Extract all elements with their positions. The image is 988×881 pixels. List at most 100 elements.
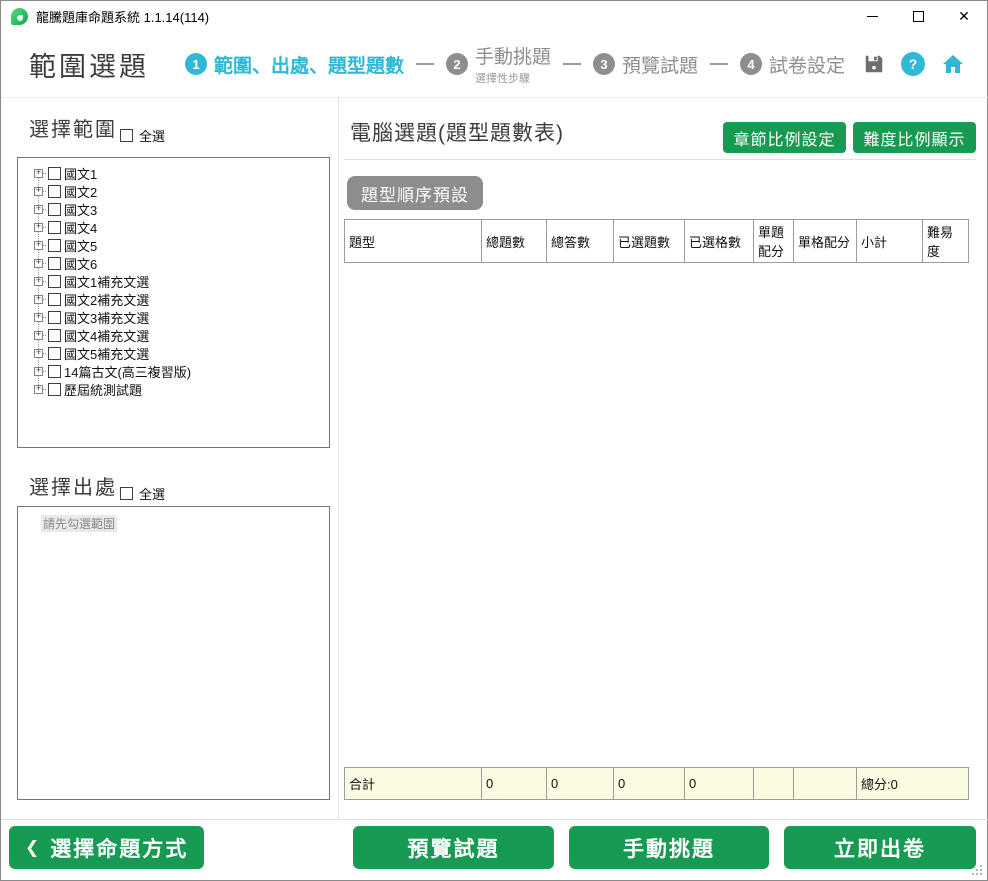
preview-questions-button[interactable]: 預覽試題	[353, 826, 554, 869]
expand-icon[interactable]: +	[34, 349, 43, 358]
expand-icon[interactable]: +	[34, 169, 43, 178]
selected-cells-value: 0	[685, 768, 754, 800]
maximize-icon	[913, 11, 924, 22]
tree-item-checkbox[interactable]	[48, 185, 61, 198]
close-icon: ✕	[958, 9, 970, 23]
tree-item-label[interactable]: 國文5補充文選	[64, 344, 149, 363]
range-select-all-label[interactable]: 全選	[139, 126, 165, 145]
expand-icon[interactable]: +	[34, 295, 43, 304]
tree-item-label[interactable]: 國文1補充文選	[64, 272, 149, 291]
tree-item-checkbox[interactable]	[48, 293, 61, 306]
tree-item-label[interactable]: 國文6	[64, 254, 97, 273]
question-type-table-header: 題型 總題數 總答數 已選題數 已選格數 單題配分 單格配分 小計 難易度	[344, 219, 969, 263]
table-total-row: 合計 0 0 0 0 總分:0	[345, 768, 969, 800]
tree-connector	[43, 245, 46, 246]
header-divider	[1, 97, 988, 98]
tree-connector	[43, 191, 46, 192]
range-select-all[interactable]: 全選	[120, 126, 165, 145]
tree-item[interactable]: + 歷屆統測試題	[26, 380, 329, 398]
expand-icon[interactable]: +	[34, 277, 43, 286]
expand-icon[interactable]: +	[34, 223, 43, 232]
close-button[interactable]: ✕	[941, 1, 987, 31]
expand-icon[interactable]: +	[34, 259, 43, 268]
tree-item-label[interactable]: 國文3補充文選	[64, 308, 149, 327]
expand-icon[interactable]: +	[34, 367, 43, 376]
help-icon[interactable]: ?	[901, 52, 925, 76]
step-2-label: 手動挑題	[475, 47, 551, 68]
step-1[interactable]: 1 範圍、出處、題型題數	[185, 51, 404, 78]
tree-item-checkbox[interactable]	[48, 365, 61, 378]
tree-item[interactable]: + 國文1	[26, 164, 329, 182]
step-4[interactable]: 4 試卷設定	[740, 51, 845, 78]
tree-item-checkbox[interactable]	[48, 257, 61, 270]
tree-item-checkbox[interactable]	[48, 329, 61, 342]
tree-item-checkbox[interactable]	[48, 347, 61, 360]
tree-item[interactable]: + 國文3	[26, 200, 329, 218]
expand-icon[interactable]: +	[34, 331, 43, 340]
tree-item-label[interactable]: 國文5	[64, 236, 97, 255]
tree-item[interactable]: + 國文5	[26, 236, 329, 254]
expand-icon[interactable]: +	[34, 241, 43, 250]
source-select-all-checkbox[interactable]	[120, 487, 133, 500]
tree-item[interactable]: + 國文2	[26, 182, 329, 200]
expand-icon[interactable]: +	[34, 187, 43, 196]
tree-item-label[interactable]: 國文2	[64, 182, 97, 201]
bottom-bar-divider	[1, 819, 988, 820]
question-order-preset-button[interactable]: 題型順序預設	[347, 176, 483, 210]
tree-item[interactable]: + 國文5補充文選	[26, 344, 329, 362]
tree-item-checkbox[interactable]	[48, 221, 61, 234]
total-row-label: 合計	[345, 768, 482, 800]
step-1-label: 範圍、出處、題型題數	[214, 51, 404, 78]
tree-item-checkbox[interactable]	[48, 167, 61, 180]
tree-item-checkbox[interactable]	[48, 239, 61, 252]
tree-item-checkbox[interactable]	[48, 275, 61, 288]
tree-connector	[43, 281, 46, 282]
tree-item[interactable]: + 國文4	[26, 218, 329, 236]
col-per-cell-score: 單格配分	[794, 220, 857, 263]
source-select-all[interactable]: 全選	[120, 484, 165, 503]
minimize-icon	[867, 16, 878, 17]
tree-item-label[interactable]: 國文2補充文選	[64, 290, 149, 309]
tree-item-label[interactable]: 國文3	[64, 200, 97, 219]
resize-grip[interactable]	[980, 873, 982, 875]
step-2[interactable]: 2 手動挑題 選擇性步驟	[446, 42, 551, 86]
expand-icon[interactable]: +	[34, 313, 43, 322]
tree-item[interactable]: + 國文6	[26, 254, 329, 272]
window-title: 龍騰題庫命題系統 1.1.14(114)	[36, 7, 209, 26]
tree-item[interactable]: + 國文4補充文選	[26, 326, 329, 344]
generate-paper-button[interactable]: 立即出卷	[784, 826, 976, 869]
choose-method-back-button[interactable]: ❮ 選擇命題方式	[9, 826, 204, 869]
tree-item[interactable]: + 14篇古文(高三複習版)	[26, 362, 329, 380]
tree-item[interactable]: + 國文3補充文選	[26, 308, 329, 326]
home-icon[interactable]	[941, 52, 965, 76]
step-separator	[710, 63, 728, 65]
tree-item-label[interactable]: 國文4	[64, 218, 97, 237]
range-select-all-checkbox[interactable]	[120, 129, 133, 142]
chapter-ratio-button[interactable]: 章節比例設定	[723, 122, 846, 153]
step-2-sublabel: 選擇性步驟	[475, 70, 551, 86]
manual-pick-button[interactable]: 手動挑題	[569, 826, 769, 869]
tree-connector	[43, 299, 46, 300]
tree-item[interactable]: + 國文2補充文選	[26, 290, 329, 308]
total-questions-value: 0	[482, 768, 547, 800]
tree-item-checkbox[interactable]	[48, 311, 61, 324]
tree-item-label[interactable]: 歷屆統測試題	[64, 380, 142, 399]
tree-item-checkbox[interactable]	[48, 203, 61, 216]
tree-connector	[43, 209, 46, 210]
tree-item-checkbox[interactable]	[48, 383, 61, 396]
col-selected-questions: 已選題數	[614, 220, 685, 263]
step-3[interactable]: 3 預覽試題	[593, 51, 698, 78]
tree-item[interactable]: + 國文1補充文選	[26, 272, 329, 290]
difficulty-ratio-button[interactable]: 難度比例顯示	[853, 122, 976, 153]
save-icon[interactable]	[863, 53, 885, 75]
tree-item-label[interactable]: 14篇古文(高三複習版)	[64, 362, 191, 381]
maximize-button[interactable]	[895, 1, 941, 31]
window-controls: ✕	[849, 1, 987, 31]
tree-item-label[interactable]: 國文4補充文選	[64, 326, 149, 345]
source-select-all-label[interactable]: 全選	[139, 484, 165, 503]
expand-icon[interactable]: +	[34, 385, 43, 394]
expand-icon[interactable]: +	[34, 205, 43, 214]
minimize-button[interactable]	[849, 1, 895, 31]
tree-item-label[interactable]: 國文1	[64, 164, 97, 183]
tree-connector	[43, 317, 46, 318]
